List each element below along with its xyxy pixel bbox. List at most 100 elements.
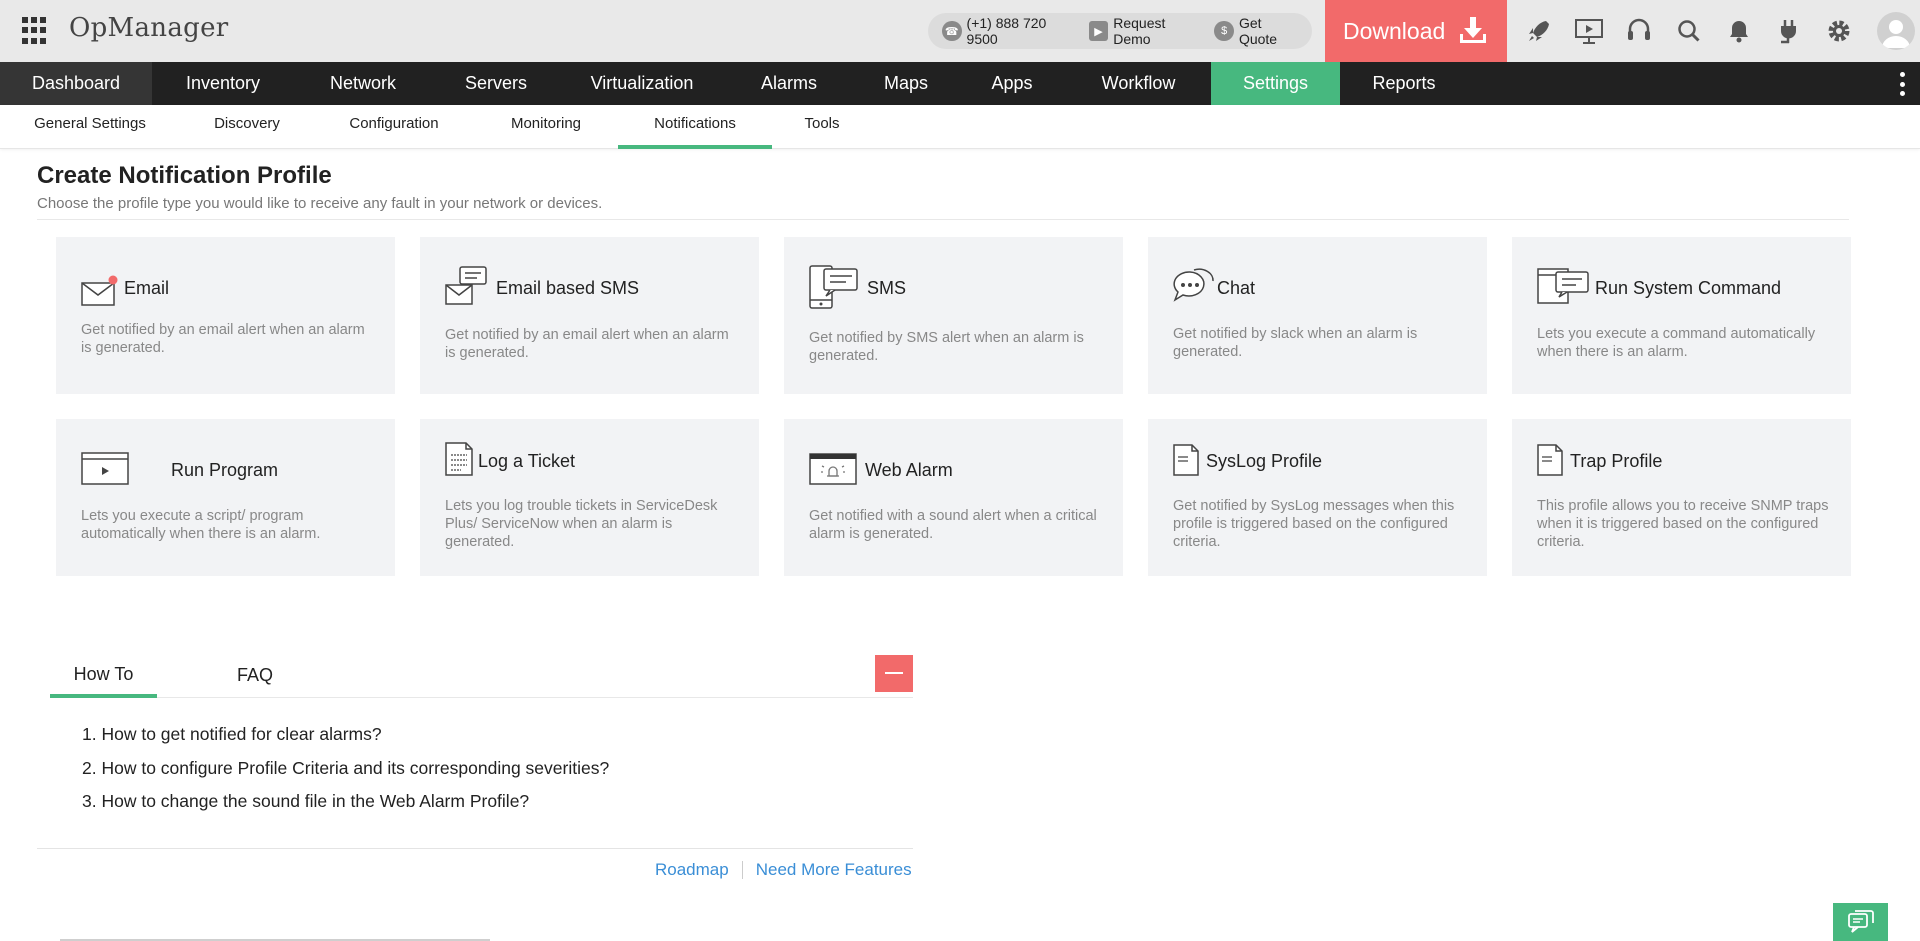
help-tabs: How To FAQ	[50, 652, 913, 698]
download-icon	[1460, 17, 1486, 43]
how-to-item[interactable]: 1. How to get notified for clear alarms?	[82, 722, 609, 756]
header-divider	[37, 219, 1849, 220]
gear-icon[interactable]	[1820, 12, 1858, 50]
minus-icon	[885, 672, 903, 674]
profile-title: SysLog Profile	[1206, 451, 1323, 471]
profile-description: Get notified by SysLog messages when thi…	[1173, 498, 1455, 550]
page-title: Create Notification Profile	[37, 162, 332, 189]
tab-how-to[interactable]: How To	[50, 652, 157, 698]
help-divider	[37, 848, 913, 849]
apps-grid-icon[interactable]	[22, 17, 50, 45]
roadmap-link[interactable]: Roadmap	[655, 860, 729, 880]
profile-card-sms[interactable]: SMS Get notified by SMS alert when an al…	[784, 237, 1123, 394]
profile-card-email-sms[interactable]: Email based SMS Get notified by an email…	[420, 237, 759, 394]
contact-pill: ☎ (+1) 888 720 9500 ▶ Request Demo $ Get…	[928, 13, 1312, 49]
profile-description: Lets you execute a script/ program autom…	[81, 508, 321, 542]
profile-description: Get notified with a sound alert when a c…	[809, 508, 1097, 542]
nav-network[interactable]: Network	[294, 62, 432, 105]
download-label: Download	[1343, 17, 1446, 44]
profile-card-email[interactable]: Email Get notified by an email alert whe…	[56, 237, 395, 394]
subnav-configuration[interactable]: Configuration	[334, 105, 454, 149]
download-button[interactable]: Download	[1325, 0, 1507, 62]
how-to-item[interactable]: 3. How to change the sound file in the W…	[82, 789, 609, 823]
get-quote-link[interactable]: $ Get Quote	[1214, 15, 1302, 47]
chat-support-button[interactable]	[1833, 903, 1888, 941]
user-avatar[interactable]	[1877, 12, 1915, 50]
nav-inventory[interactable]: Inventory	[152, 62, 294, 105]
monitor-command-icon	[1537, 268, 1589, 304]
top-bar: OpManager ☎ (+1) 888 720 9500 ▶ Request …	[0, 0, 1920, 62]
tab-faq[interactable]: FAQ	[220, 652, 290, 698]
more-options-icon[interactable]	[1900, 72, 1906, 96]
subnav-tools[interactable]: Tools	[790, 105, 854, 149]
request-demo-link[interactable]: ▶ Request Demo	[1088, 15, 1205, 47]
profile-description: This profile allows you to receive SNMP …	[1537, 498, 1829, 550]
nav-dashboard[interactable]: Dashboard	[0, 62, 152, 105]
how-to-list: 1. How to get notified for clear alarms?…	[82, 722, 609, 823]
nav-reports[interactable]: Reports	[1340, 62, 1468, 105]
dollar-icon: $	[1214, 21, 1234, 41]
profile-title: SMS	[867, 278, 907, 298]
profile-title: Log a Ticket	[478, 451, 576, 471]
profile-card-chat[interactable]: Chat Get notified by slack when an alarm…	[1148, 237, 1487, 394]
profile-card-web-alarm[interactable]: Web Alarm Get notified with a sound aler…	[784, 419, 1123, 576]
profile-title: Web Alarm	[865, 460, 953, 480]
bell-icon[interactable]	[1720, 12, 1758, 50]
profile-card-trap[interactable]: Trap Profile This profile allows you to …	[1512, 419, 1851, 576]
profile-card-log-a-ticket[interactable]: Log a Ticket Lets you log trouble ticket…	[420, 419, 759, 576]
envelope-icon	[81, 275, 118, 306]
nav-maps[interactable]: Maps	[854, 62, 958, 105]
profile-title: Run System Command	[1595, 278, 1782, 298]
profile-title: Chat	[1217, 278, 1256, 298]
nav-virtualization[interactable]: Virtualization	[560, 62, 724, 105]
profile-description: Get notified by an email alert when an a…	[81, 322, 365, 356]
nav-settings[interactable]: Settings	[1211, 62, 1340, 105]
nav-apps[interactable]: Apps	[958, 62, 1066, 105]
ticket-document-icon	[445, 442, 473, 476]
plug-icon[interactable]	[1770, 12, 1808, 50]
profile-description: Get notified by SMS alert when an alarm …	[809, 330, 1084, 364]
profile-card-run-program[interactable]: Run Program Lets you execute a script/ p…	[56, 419, 395, 576]
collapse-minus-button[interactable]	[875, 655, 913, 692]
nav-workflow[interactable]: Workflow	[1066, 62, 1211, 105]
search-icon[interactable]	[1670, 12, 1708, 50]
subnav-notifications[interactable]: Notifications	[618, 105, 772, 149]
page-subtitle: Choose the profile type you would like t…	[37, 195, 603, 212]
presentation-icon[interactable]	[1570, 12, 1608, 50]
help-footer-links: Roadmap Need More Features	[655, 860, 912, 880]
mobile-message-icon	[809, 265, 858, 309]
headset-icon[interactable]	[1620, 12, 1658, 50]
trap-document-icon	[1537, 444, 1563, 476]
subnav-discovery[interactable]: Discovery	[196, 105, 298, 149]
main-nav: Dashboard Inventory Network Servers Virt…	[0, 62, 1920, 105]
rocket-icon[interactable]	[1520, 12, 1558, 50]
syslog-document-icon	[1173, 444, 1199, 476]
email-sms-icon	[445, 266, 487, 305]
subnav-monitoring[interactable]: Monitoring	[496, 105, 596, 149]
nav-alarms[interactable]: Alarms	[724, 62, 854, 105]
how-to-item[interactable]: 2. How to configure Profile Criteria and…	[82, 756, 609, 790]
phone-number: (+1) 888 720 9500	[966, 15, 1047, 47]
profile-card-run-system-command[interactable]: Run System Command Lets you execute a co…	[1512, 237, 1851, 394]
profile-title: Email	[124, 278, 170, 298]
profile-description: Get notified by an email alert when an a…	[445, 327, 729, 361]
profile-description: Lets you log trouble tickets in ServiceD…	[445, 498, 718, 550]
need-more-features-link[interactable]: Need More Features	[756, 860, 912, 880]
get-quote-label: Get Quote	[1238, 15, 1278, 47]
sub-nav: General Settings Discovery Configuration…	[0, 105, 1920, 149]
phone-icon: ☎	[942, 21, 962, 41]
nav-servers[interactable]: Servers	[432, 62, 560, 105]
profile-description: Get notified by slack when an alarm is g…	[1173, 326, 1418, 360]
request-demo-label: Request Demo	[1113, 15, 1166, 47]
profile-title: Trap Profile	[1570, 451, 1663, 471]
profile-title: Email based SMS	[496, 278, 640, 298]
profile-card-syslog[interactable]: SysLog Profile Get notified by SysLog me…	[1148, 419, 1487, 576]
link-separator	[741, 861, 743, 879]
profile-description: Lets you execute a command automatically…	[1537, 326, 1816, 360]
top-icon-bar	[1520, 12, 1870, 50]
chat-bubble-icon	[1173, 268, 1214, 302]
demo-icon: ▶	[1088, 21, 1109, 41]
subnav-general-settings[interactable]: General Settings	[18, 105, 162, 149]
phone-link[interactable]: ☎ (+1) 888 720 9500	[942, 15, 1079, 47]
program-window-icon	[81, 452, 129, 485]
